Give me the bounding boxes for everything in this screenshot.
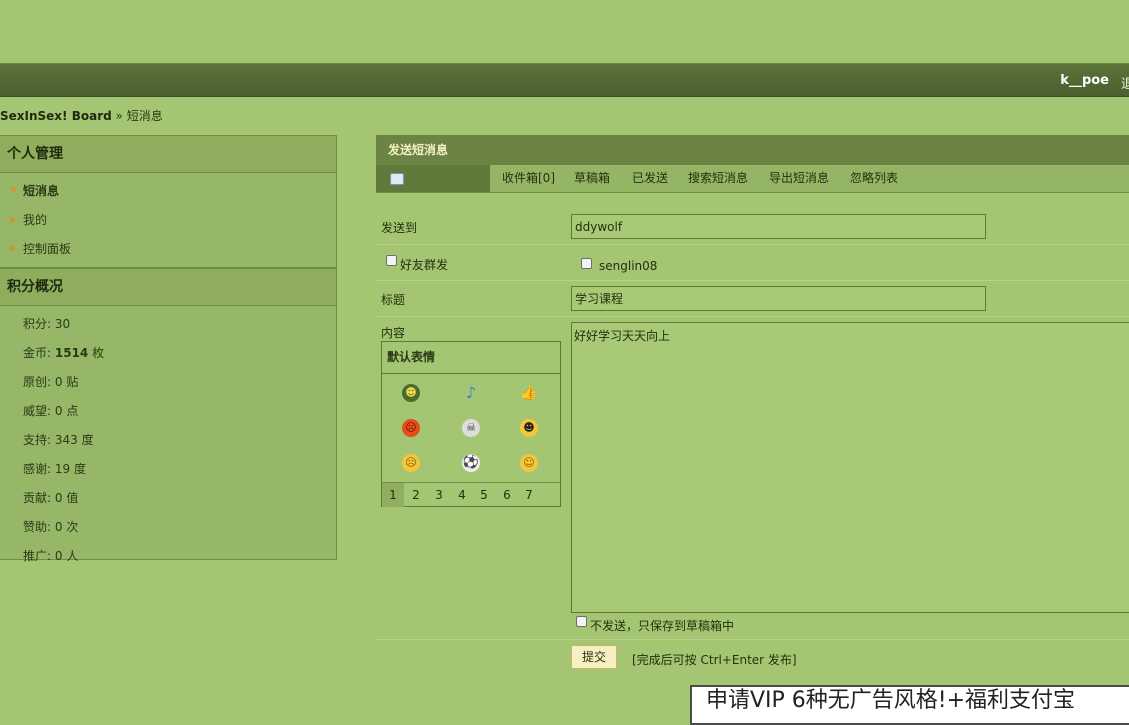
stat-support: 支持: 343 度	[23, 433, 94, 447]
sidebar-item-mine[interactable]: ▶ 我的	[0, 206, 336, 235]
smilies-page-3[interactable]: 3	[428, 483, 450, 507]
stat-thanks: 感谢: 19 度	[23, 462, 86, 476]
stat-promotion: 推广: 0 人	[23, 549, 79, 563]
group-send-label: 好友群发	[400, 258, 449, 272]
stat-original: 原创: 0 贴	[23, 375, 79, 389]
smilies-page-4[interactable]: 4	[451, 483, 473, 507]
collapsed-arrow-icon: ▶	[10, 244, 17, 254]
tab-sent[interactable]: 已发送	[632, 165, 668, 192]
thumbs-up-smiley-icon[interactable]: 👍	[520, 384, 538, 402]
smilies-page-6[interactable]: 6	[496, 483, 518, 507]
row-divider	[376, 639, 1129, 640]
smilies-panel: 默认表情 ☻ ♪ 👍 ☹ ☠ ☻ ☹ ⚽ ☺ 1 2 3 4 5 6 7	[381, 341, 561, 507]
sidebar-item-label: 控制面板	[23, 242, 72, 256]
top-nav-bar: k__poe 退	[0, 63, 1129, 97]
tab-search[interactable]: 搜索短消息	[688, 165, 748, 192]
row-divider	[376, 280, 1129, 281]
stat-points: 积分: 30	[23, 317, 71, 331]
subject-input[interactable]	[571, 286, 986, 311]
row-divider	[376, 244, 1129, 245]
vip-ad-banner[interactable]: 申请VIP 6种无广告风格!+福利支付宝	[690, 685, 1129, 725]
sleepy-smiley-icon[interactable]: ☺	[520, 454, 538, 472]
friend-name: senglin08	[599, 259, 658, 273]
tab-ignore-list[interactable]: 忽略列表	[850, 165, 898, 192]
expanded-arrow-icon: ▼	[10, 186, 17, 196]
breadcrumb-home-link[interactable]: SexInSex! Board	[0, 109, 112, 123]
sidebar-item-label: 我的	[23, 213, 48, 227]
sidebar-section-personal: 个人管理	[0, 136, 336, 173]
music-note-smiley-icon[interactable]: ♪	[462, 384, 480, 402]
smilies-pager: 1 2 3 4 5 6 7	[382, 483, 560, 507]
content-label: 内容	[381, 326, 406, 340]
message-content-textarea[interactable]: 好好学习天天向上	[571, 322, 1129, 613]
submit-button[interactable]: 提交	[571, 645, 617, 669]
to-label: 发送到	[381, 221, 418, 235]
compose-message-icon	[390, 173, 404, 185]
breadcrumb-current: 短消息	[126, 109, 163, 123]
frown-smiley-icon[interactable]: ☹	[402, 454, 420, 472]
soccer-ball-smiley-icon[interactable]: ⚽	[462, 454, 480, 472]
smilies-page-7[interactable]: 7	[518, 483, 540, 507]
sunglasses-smiley-icon[interactable]: ☻	[520, 419, 538, 437]
smilies-title: 默认表情	[382, 342, 560, 374]
top-nav-extra-link[interactable]: 退	[1121, 73, 1129, 92]
smilies-page-2[interactable]: 2	[405, 483, 427, 507]
message-tabs: 收件箱[0] 草稿箱 已发送 搜索短消息 导出短消息 忽略列表	[376, 165, 1129, 193]
stat-sponsor: 赞助: 0 次	[23, 520, 79, 534]
sidebar-item-control-panel[interactable]: ▶ 控制面板	[0, 235, 336, 264]
stat-gold: 金币: 1514 枚	[23, 346, 105, 360]
smilies-page-5[interactable]: 5	[473, 483, 495, 507]
stat-prestige: 威望: 0 点	[23, 404, 79, 418]
username-link[interactable]: k__poe	[1060, 73, 1109, 88]
recipient-input[interactable]	[571, 214, 986, 239]
stat-contribution: 贡献: 0 值	[23, 491, 79, 505]
group-send-checkbox[interactable]	[386, 255, 397, 266]
subject-label: 标题	[381, 293, 406, 307]
angry-smiley-icon[interactable]: ☹	[402, 419, 420, 437]
smilies-grid: ☻ ♪ 👍 ☹ ☠ ☻ ☹ ⚽ ☺	[382, 374, 560, 483]
row-divider	[376, 316, 1129, 317]
sidebar-section-points: 积分概况	[0, 267, 336, 306]
draft-only-checkbox[interactable]	[576, 616, 587, 627]
smilies-page-1[interactable]: 1	[382, 483, 404, 507]
skull-smiley-icon[interactable]: ☠	[462, 419, 480, 437]
breadcrumb: SexInSex! Board » 短消息	[0, 107, 163, 124]
tab-inbox[interactable]: 收件箱[0]	[502, 165, 555, 192]
soldier-smiley-icon[interactable]: ☻	[402, 384, 420, 402]
tab-drafts[interactable]: 草稿箱	[574, 165, 610, 192]
submit-hint: [完成后可按 Ctrl+Enter 发布]	[632, 653, 797, 667]
collapsed-arrow-icon: ▶	[10, 215, 17, 225]
tab-compose[interactable]	[376, 165, 490, 192]
sidebar-item-label: 短消息	[23, 184, 60, 198]
tab-export[interactable]: 导出短消息	[769, 165, 829, 192]
sidebar-item-messages[interactable]: ▼ 短消息	[0, 177, 336, 206]
friend-checkbox[interactable]	[581, 258, 592, 269]
sidebar: 个人管理 ▼ 短消息 ▶ 我的 ▶ 控制面板 积分概况 积分: 30 金币: 1…	[0, 135, 337, 563]
breadcrumb-separator: »	[115, 109, 123, 123]
draft-only-label: 不发送，只保存到草稿箱中	[590, 619, 735, 633]
page-title: 发送短消息	[376, 135, 1129, 165]
